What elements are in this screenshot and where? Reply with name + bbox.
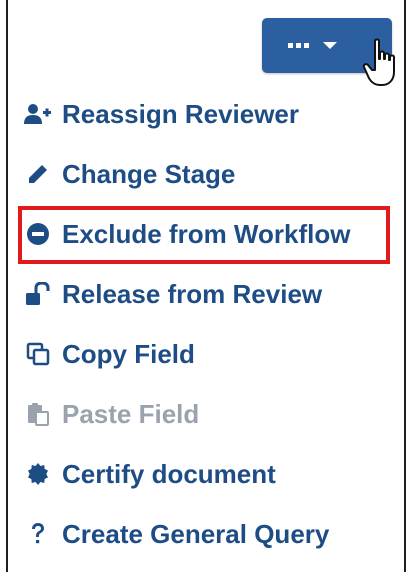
menu-item-label: Copy Field xyxy=(62,338,195,369)
unlock-icon xyxy=(24,282,52,306)
menu-item-create-general-query[interactable]: Create General Query xyxy=(24,514,329,554)
minus-circle-icon xyxy=(24,222,52,246)
menu-item-label: Change Stage xyxy=(62,158,236,189)
menu-item-label: Certify document xyxy=(62,458,276,489)
question-icon xyxy=(24,522,52,546)
pencil-icon xyxy=(24,162,52,186)
menu-item-copy-field[interactable]: Copy Field xyxy=(24,334,195,374)
hand-pointer-icon xyxy=(362,38,395,86)
user-plus-icon xyxy=(24,102,52,126)
certificate-icon xyxy=(24,462,52,486)
menu-item-label: Paste Field xyxy=(62,398,200,429)
menu-item-release-from-review[interactable]: Release from Review xyxy=(24,274,322,314)
menu-item-label: Exclude from Workflow xyxy=(62,218,351,249)
paste-icon xyxy=(24,402,52,426)
menu-item-change-stage[interactable]: Change Stage xyxy=(24,154,235,194)
menu-item-exclude-from-workflow[interactable]: Exclude from Workflow xyxy=(24,214,350,254)
menu-item-paste-field[interactable]: Paste Field xyxy=(24,394,199,434)
ellipsis-icon xyxy=(287,43,309,48)
copy-icon xyxy=(24,342,52,366)
menu-item-reassign-reviewer[interactable]: Reassign Reviewer xyxy=(24,94,299,134)
menu-item-label: Release from Review xyxy=(62,278,323,309)
menu-item-certify-document[interactable]: Certify document xyxy=(24,454,276,494)
menu-item-label: Reassign Reviewer xyxy=(62,98,300,129)
menu-item-label: Create General Query xyxy=(62,518,330,549)
chevron-down-icon xyxy=(322,42,337,49)
